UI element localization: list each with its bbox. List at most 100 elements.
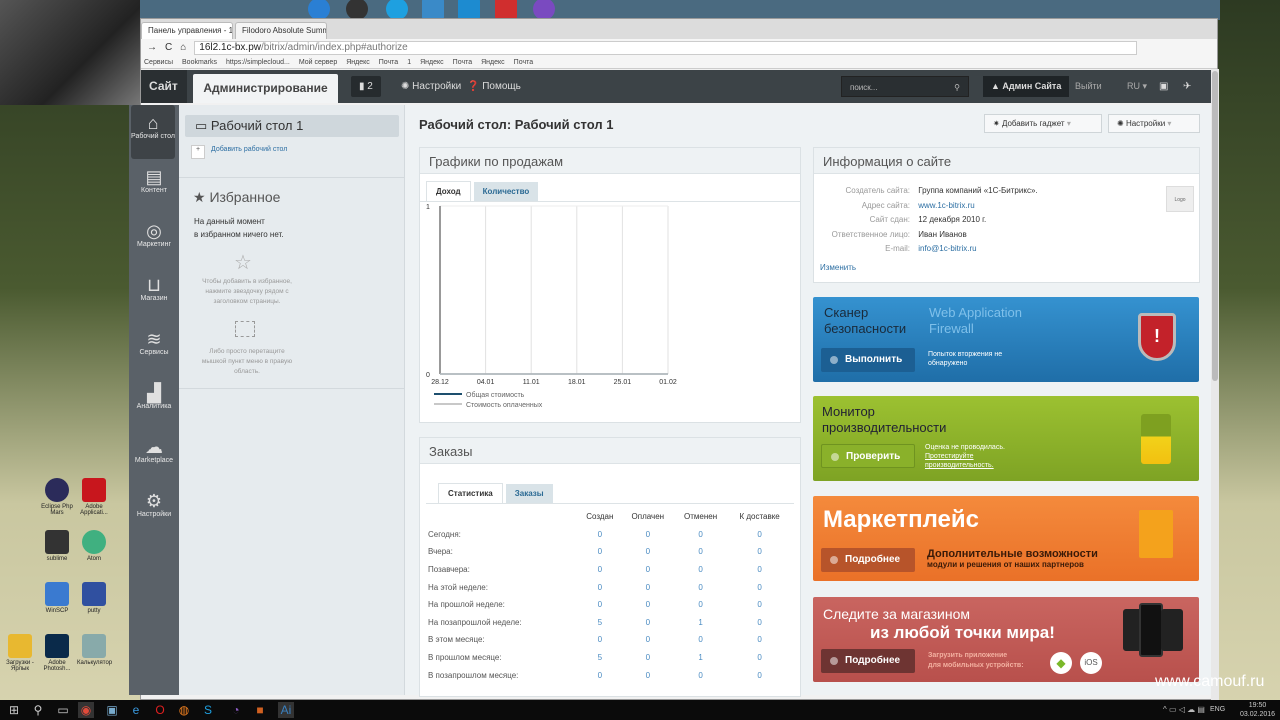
check-performance-button[interactable]: Проверить <box>821 444 915 468</box>
mobile-more-button[interactable]: Подробнее <box>821 649 915 673</box>
skype-icon[interactable] <box>386 0 408 20</box>
cell-value[interactable]: 0 <box>674 561 727 579</box>
sidebar-item-marketing[interactable]: ◎ Маркетинг <box>129 213 179 267</box>
cell-value[interactable]: 0 <box>727 578 792 596</box>
ios-icon[interactable]: iOS <box>1080 652 1102 674</box>
cell-value[interactable]: 1 <box>674 649 727 667</box>
bookmark[interactable]: 1 <box>407 59 411 66</box>
pin-icon[interactable]: ✈ <box>1175 76 1199 97</box>
opera-icon[interactable]: O <box>152 702 168 718</box>
marketplace-more-button[interactable]: Подробнее <box>821 548 915 572</box>
cell-value[interactable]: 0 <box>727 666 792 684</box>
cell-value[interactable]: 0 <box>622 614 674 632</box>
app-icon[interactable] <box>308 0 330 20</box>
cell-value[interactable]: 0 <box>674 543 727 561</box>
bookmark[interactable]: Почта <box>514 59 533 66</box>
desktop-icon[interactable]: sublime <box>40 530 74 562</box>
ie-icon[interactable]: e <box>128 702 144 718</box>
cell-value[interactable]: 0 <box>727 614 792 632</box>
bookmark[interactable]: Сервисы <box>144 59 173 66</box>
bookmark[interactable]: Яндекс <box>481 59 505 66</box>
sidebar-item-marketplace[interactable]: ☁ Marketplace <box>129 429 179 483</box>
firefox-icon[interactable]: ◍ <box>176 702 192 718</box>
app-icon[interactable]: ▣ <box>104 702 120 718</box>
tab-income[interactable]: Доход <box>426 181 471 201</box>
cell-value[interactable]: 0 <box>727 526 792 544</box>
cell-value[interactable]: 5 <box>578 649 622 667</box>
cell-value[interactable]: 0 <box>727 649 792 667</box>
sidebar-item-services[interactable]: ≋ Сервисы <box>129 321 179 375</box>
info-value[interactable]: www.1c-bitrix.ru <box>918 201 974 210</box>
cell-value[interactable]: 0 <box>578 596 622 614</box>
app-icon[interactable]: ◔ <box>228 702 244 718</box>
app-icon[interactable] <box>458 0 480 20</box>
admin-tab[interactable]: Администрирование <box>193 74 338 103</box>
url-input[interactable]: 16l2.1c-bx.pw/bitrix/admin/index.php#aut… <box>194 40 1137 55</box>
chrome-icon[interactable]: ◉ <box>78 702 94 718</box>
user-button[interactable]: ▲ Админ Сайта <box>983 76 1070 97</box>
edit-link[interactable]: Изменить <box>820 263 856 272</box>
bookmark[interactable]: Почта <box>453 59 472 66</box>
cell-value[interactable]: 0 <box>622 666 674 684</box>
bookmark[interactable]: https://simplecloud... <box>226 59 290 66</box>
cell-value[interactable]: 0 <box>622 596 674 614</box>
run-scan-button[interactable]: Выполнить <box>821 348 915 372</box>
desktop-icon[interactable]: Загрузки - Ярлык <box>3 634 37 672</box>
cell-value[interactable]: 0 <box>622 543 674 561</box>
logout-link[interactable]: Выйти <box>1067 76 1110 97</box>
desktop-icon[interactable]: Atom <box>77 530 111 562</box>
sidebar-item-analytics[interactable]: ▟ Аналитика <box>129 375 179 429</box>
cell-value[interactable]: 0 <box>578 631 622 649</box>
sidebar-item-content[interactable]: ▤ Контент <box>129 159 179 213</box>
help-link[interactable]: ❓ Помощь <box>459 76 529 97</box>
desktop-icon[interactable]: Adobe Applicati... <box>77 478 111 516</box>
windows-start-icon[interactable]: ⊞ <box>6 702 22 718</box>
cell-value[interactable]: 0 <box>674 596 727 614</box>
back-icon[interactable]: → <box>147 42 157 53</box>
bookmark[interactable]: Яндекс <box>346 59 370 66</box>
app-icon[interactable] <box>346 0 368 20</box>
browser-tab[interactable]: Filodoro Absolute Summer <box>235 22 327 39</box>
sidebar-item-desktop[interactable]: ⌂ Рабочий стол <box>131 105 175 159</box>
desktop-icon[interactable]: putty <box>77 582 111 614</box>
settings-link[interactable]: ✺ Настройки <box>393 76 469 97</box>
cell-value[interactable]: 0 <box>674 631 727 649</box>
desktop-item[interactable]: ▭ Рабочий стол 1 <box>185 115 399 137</box>
cell-value[interactable]: 0 <box>727 631 792 649</box>
app-icon[interactable]: Ai <box>278 702 294 718</box>
scrollbar[interactable] <box>1211 69 1219 701</box>
app-icon[interactable] <box>495 0 517 20</box>
bookmark[interactable]: Мой сервер <box>299 59 337 66</box>
cell-value[interactable]: 0 <box>727 596 792 614</box>
desktop-icon[interactable]: Калькулятор <box>77 634 112 666</box>
cell-value[interactable]: 0 <box>622 526 674 544</box>
task-view-icon[interactable]: ▭ <box>55 702 71 718</box>
cell-value[interactable]: 0 <box>727 561 792 579</box>
tab-statistics[interactable]: Статистика <box>438 483 503 503</box>
tray-icons[interactable]: ^ ▭ ◁ ☁ ▤ <box>1163 705 1205 714</box>
android-icon[interactable]: ◆ <box>1050 652 1072 674</box>
add-gadget-button[interactable]: ✷ Добавить гаджет ▾ <box>984 114 1102 133</box>
home-icon[interactable]: ⌂ <box>180 42 186 53</box>
site-tab[interactable]: Сайт <box>141 70 187 103</box>
clock[interactable]: 19:50 03.02.2016 <box>1240 701 1275 719</box>
sidebar-item-shop[interactable]: ⊔ Магазин <box>129 267 179 321</box>
cell-value[interactable]: 1 <box>674 614 727 632</box>
tab-quantity[interactable]: Количество <box>473 182 539 201</box>
bookmark[interactable]: Bookmarks <box>182 59 217 66</box>
tab-orders[interactable]: Заказы <box>505 484 553 503</box>
desktop-icon[interactable]: WinSCP <box>40 582 74 614</box>
page-settings-button[interactable]: ✺ Настройки ▾ <box>1108 114 1200 133</box>
cell-value[interactable]: 0 <box>622 561 674 579</box>
search-icon[interactable]: ⚲ <box>30 702 46 718</box>
desktop-icon[interactable]: Adobe Photosh... <box>40 634 74 672</box>
browser-tab[interactable]: Панель управления - 16 <box>141 22 233 39</box>
reload-icon[interactable]: C <box>165 42 172 53</box>
search-input[interactable]: поиск... ⚲ <box>841 76 969 97</box>
bookmark[interactable]: Яндекс <box>420 59 444 66</box>
bookmark[interactable]: Почта <box>379 59 398 66</box>
cell-value[interactable]: 0 <box>578 666 622 684</box>
sidebar-item-settings[interactable]: ⚙ Настройки <box>129 483 179 537</box>
panel-icon[interactable]: ▣ <box>1151 76 1176 97</box>
cell-value[interactable]: 5 <box>578 614 622 632</box>
